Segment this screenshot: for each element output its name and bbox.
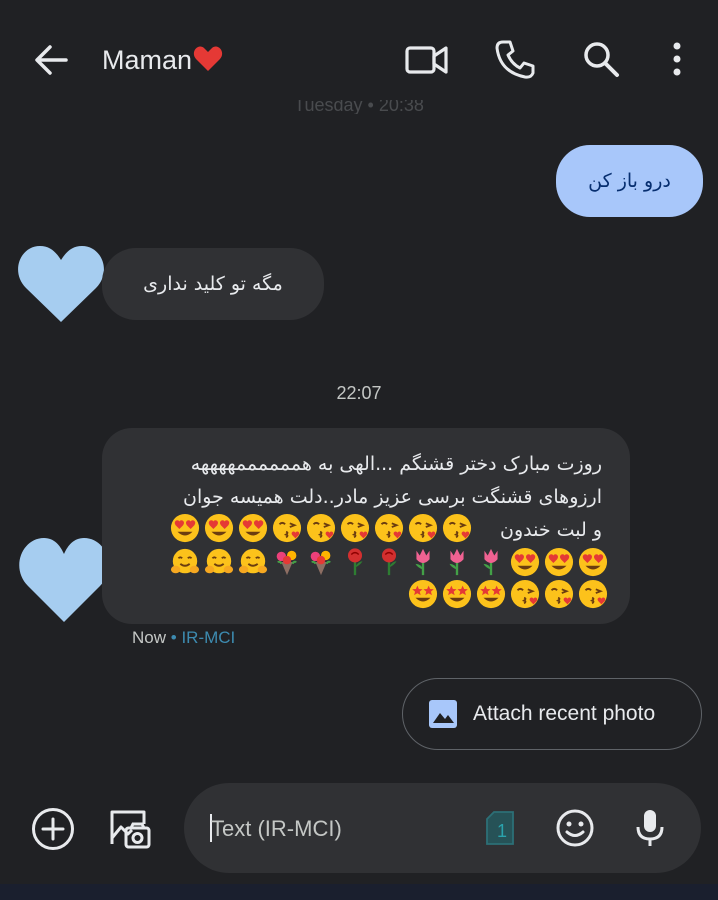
contact-name: Maman [102,45,193,75]
heart-eyes-emoji [544,547,574,577]
sim-icon[interactable]: 1 [484,810,516,846]
carrier-label: IR-MCI [181,628,236,647]
message-input[interactable]: Text (IR-MCI) 1 [184,783,701,873]
phone-icon[interactable] [492,37,538,83]
heart-eyes-emoji [238,513,268,543]
incoming-message-bubble[interactable]: روزت مبارک دختر قشنگم ...الهی به همممممم… [102,428,630,624]
hug-emoji [170,547,200,577]
rose-emoji [374,547,404,577]
kiss-emoji [408,513,438,543]
heart-eyes-emoji [204,513,234,543]
kiss-emoji [374,513,404,543]
tulip-emoji [408,547,438,577]
bouquet-emoji [306,547,336,577]
gallery-icon[interactable] [104,804,154,854]
kiss-emoji [306,513,336,543]
rose-emoji [340,547,370,577]
sim-number: 1 [497,821,507,841]
message-status: Now • IR-MCI [132,628,235,648]
add-icon[interactable] [30,806,76,852]
heart-eyes-emoji [510,547,540,577]
star-struck-emoji [476,579,506,609]
video-call-icon[interactable] [404,37,450,83]
image-icon [429,700,457,728]
navigation-bar [0,884,718,900]
more-vert-icon[interactable] [656,37,702,83]
emoji-row [170,547,608,577]
hug-emoji [204,547,234,577]
heart-eyes-emoji [578,547,608,577]
conversation-title[interactable]: Maman [102,40,223,80]
incoming-message-bubble[interactable]: مگه تو کلید نداری [102,248,324,320]
emoji-icon[interactable] [554,807,596,849]
date-separator-faded: Tuesday • 20:38 [294,100,424,114]
kiss-emoji [544,579,574,609]
bouquet-emoji [272,547,302,577]
tulip-emoji [476,547,506,577]
outgoing-message-bubble[interactable]: درو باز کن [556,145,703,217]
attach-recent-photo-chip[interactable]: Attach recent photo [402,678,702,750]
status-time: Now [132,628,167,647]
compose-bar: Text (IR-MCI) 1 [0,780,718,900]
star-struck-emoji [442,579,472,609]
message-input-placeholder: Text (IR-MCI) [211,816,342,841]
heart-eyes-emoji [170,513,200,543]
contact-avatar[interactable] [16,240,106,326]
kiss-emoji [578,579,608,609]
hug-emoji [238,547,268,577]
search-icon[interactable] [579,37,625,83]
star-struck-emoji [408,579,438,609]
mic-icon[interactable] [630,807,670,849]
contact-avatar[interactable] [16,530,112,626]
kiss-emoji [510,579,540,609]
emoji-row [408,579,608,609]
chip-label: Attach recent photo [473,702,656,725]
tulip-emoji [442,547,472,577]
heart-emoji [193,46,223,71]
outgoing-message-text: درو باز کن [588,170,671,192]
back-arrow-icon[interactable] [30,40,70,80]
status-dot: • [170,628,177,647]
incoming-message-text: مگه تو کلید نداری [143,273,283,295]
kiss-emoji [442,513,472,543]
kiss-emoji [340,513,370,543]
kiss-emoji [272,513,302,543]
time-separator: 22:07 [336,383,382,403]
emoji-row [170,513,472,543]
